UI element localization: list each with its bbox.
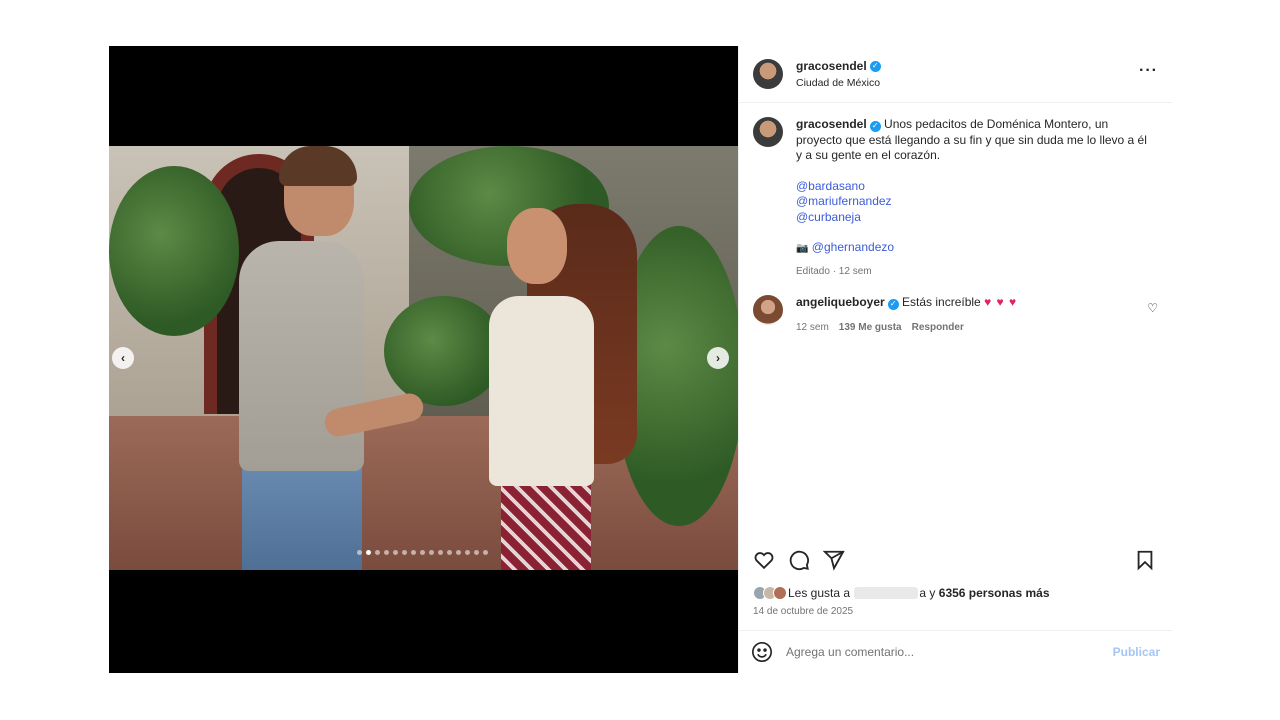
comment-like-heart-icon[interactable]: ♡ (1147, 301, 1158, 315)
likers-avatars (753, 586, 787, 600)
post-caption: gracosendel ✓ Unos pedacitos de Doménica … (739, 103, 1172, 279)
comment-bubble-icon[interactable] (788, 549, 812, 573)
more-options-icon[interactable]: ··· (1139, 62, 1158, 80)
carousel-dot (393, 550, 398, 555)
verified-badge-icon: ✓ (887, 298, 899, 310)
carousel-dot (483, 550, 488, 555)
carousel-dot (357, 550, 362, 555)
comment-likes[interactable]: 139 Me gusta (839, 320, 902, 336)
carousel-dot (429, 550, 434, 555)
carousel-dot (447, 550, 452, 555)
mention-link[interactable]: @mariufernandez (796, 194, 1148, 210)
comment-item: angeliqueboyer ✓ Estás increíble ♥ ♥ ♥ 12… (739, 279, 1172, 335)
verified-badge-icon: ✓ (869, 120, 881, 132)
carousel-dot (366, 550, 371, 555)
blurred-username (854, 587, 919, 599)
carousel-dot (375, 550, 380, 555)
likes-prefix: Les gusta a (788, 586, 851, 600)
carousel-dot (384, 550, 389, 555)
mention-link[interactable]: @bardasano (796, 179, 1148, 195)
caption-meta: Editado · 12 sem (796, 265, 872, 277)
carousel-dot (465, 550, 470, 555)
caption-username[interactable]: gracosendel (796, 117, 867, 131)
likes-count[interactable]: 6356 personas más (939, 586, 1050, 600)
camera-icon: 📷 (796, 243, 809, 254)
post-location[interactable]: Ciudad de México (796, 77, 881, 89)
comment-text: Estás increíble (902, 295, 981, 309)
comment-input[interactable] (786, 645, 1113, 659)
carousel-dot (474, 550, 479, 555)
post-actions (753, 549, 1158, 573)
comment-composer: Publicar (739, 630, 1172, 673)
publish-button[interactable]: Publicar (1113, 645, 1160, 659)
mention-link[interactable]: @curbaneja (796, 210, 1148, 226)
like-heart-icon[interactable] (753, 549, 777, 573)
post-date: 14 de octubre de 2025 (753, 606, 854, 617)
post-photo[interactable] (109, 146, 738, 570)
reply-button[interactable]: Responder (912, 320, 964, 336)
commenter-avatar[interactable] (753, 295, 783, 325)
share-paper-plane-icon[interactable] (822, 549, 847, 573)
likes-summary[interactable]: Les gusta a a y 6356 personas más (753, 586, 1050, 600)
carousel-dot (420, 550, 425, 555)
carousel-indicator (357, 550, 488, 555)
post-side-panel: gracosendel ✓ Ciudad de México ··· graco… (738, 46, 1172, 673)
photo-credit-link[interactable]: @ghernandezo (812, 240, 894, 254)
caption-avatar[interactable] (753, 117, 783, 147)
carousel-dot (411, 550, 416, 555)
author-username[interactable]: gracosendel (796, 59, 867, 73)
post-header: gracosendel ✓ Ciudad de México ··· (739, 46, 1172, 103)
post-media: ‹ › (109, 46, 738, 673)
chevron-right-icon: › (716, 351, 720, 365)
carousel-dot (456, 550, 461, 555)
emoji-smiley-icon[interactable] (751, 641, 773, 663)
save-bookmark-icon[interactable] (1134, 549, 1158, 573)
carousel-next-button[interactable]: › (707, 347, 729, 369)
chevron-left-icon: ‹ (121, 351, 125, 365)
commenter-username[interactable]: angeliqueboyer (796, 295, 885, 309)
carousel-dot (438, 550, 443, 555)
author-avatar[interactable] (753, 59, 783, 89)
instagram-post: ‹ › gracosendel ✓ Ciudad de México ··· g… (109, 46, 1172, 673)
heart-emoji-icon: ♥ ♥ ♥ (984, 295, 1018, 309)
comment-time: 12 sem (796, 321, 829, 333)
carousel-dot (402, 550, 407, 555)
verified-badge-icon: ✓ (869, 60, 881, 72)
carousel-prev-button[interactable]: ‹ (112, 347, 134, 369)
